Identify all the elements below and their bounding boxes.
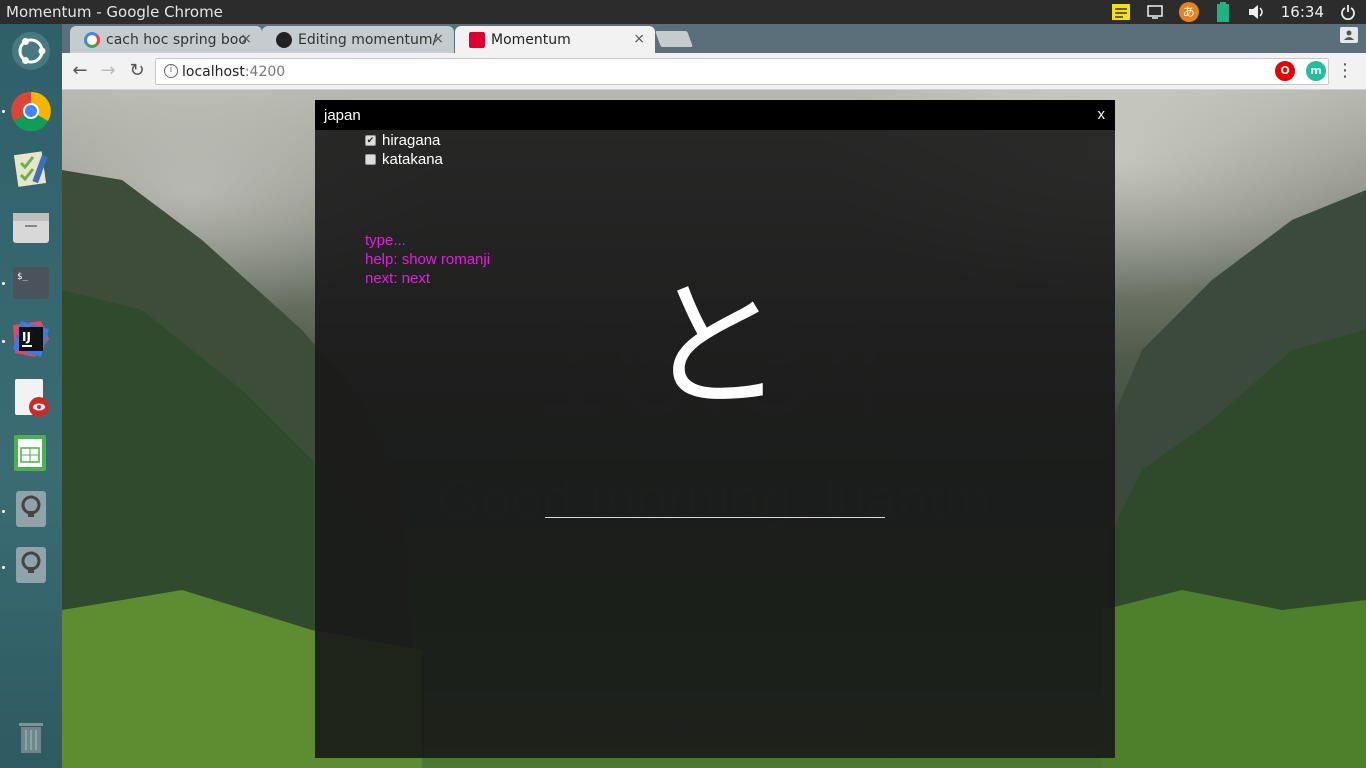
option-hiragana[interactable]: ✔ hiragana: [365, 132, 440, 149]
ubuntu-icon[interactable]: [10, 30, 52, 72]
github-icon: [276, 32, 292, 48]
momentum-icon[interactable]: m: [1306, 61, 1326, 81]
forward-button[interactable]: →: [96, 59, 120, 83]
japan-modal: japan x ✔ hiragana katakana type... help…: [315, 100, 1115, 758]
katakana-checkbox[interactable]: [365, 154, 376, 165]
input-method-icon[interactable]: あ: [1178, 2, 1199, 22]
trash-icon[interactable]: [10, 714, 52, 756]
power-icon[interactable]: [1338, 3, 1358, 21]
display-icon[interactable]: [1145, 3, 1165, 21]
chrome-window: cach hoc spring boo × Editing momentum/ …: [62, 24, 1366, 768]
system-top-bar: Momentum - Google Chrome あ 16:34: [0, 0, 1366, 24]
hiragana-checkbox[interactable]: ✔: [365, 135, 376, 146]
launcher-running-dot: [2, 566, 5, 569]
google-icon: [84, 32, 100, 48]
url-text: localhost:4200: [182, 64, 285, 80]
launcher-running-dot: [2, 510, 5, 513]
svg-text:IJ: IJ: [22, 330, 31, 344]
menu-icon[interactable]: ⋮: [1336, 61, 1354, 81]
modal-title: japan: [324, 107, 361, 124]
answer-input[interactable]: [545, 517, 885, 518]
system-clock[interactable]: 16:34: [1281, 3, 1324, 21]
tab-label: Momentum: [491, 32, 571, 48]
address-bar[interactable]: i localhost:4200 ☆: [155, 58, 1329, 85]
hint-type: type...: [365, 232, 406, 249]
disk-icon[interactable]: [10, 544, 52, 586]
intellij-icon[interactable]: IJ: [10, 318, 52, 360]
option-label: hiragana: [382, 132, 441, 149]
profile-icon[interactable]: [1340, 27, 1358, 43]
reload-button[interactable]: ↻: [125, 59, 149, 83]
url-port: :4200: [244, 64, 286, 80]
browser-toolbar: ← → ↻ i localhost:4200 ☆ O m ⋮: [62, 53, 1366, 90]
tab-strip: cach hoc spring boo × Editing momentum/ …: [62, 24, 1366, 53]
battery-icon[interactable]: [1213, 2, 1233, 22]
terminal-icon[interactable]: $_: [10, 262, 52, 304]
kana-character: と: [644, 266, 785, 429]
angular-icon: [469, 32, 485, 48]
modal-close-button[interactable]: x: [1098, 106, 1106, 123]
launcher-running-dot: [2, 340, 5, 343]
svg-text:$_: $_: [17, 272, 28, 282]
option-katakana[interactable]: katakana: [365, 151, 443, 168]
url-host: localhost: [182, 64, 245, 80]
close-icon[interactable]: ×: [633, 31, 645, 47]
close-icon[interactable]: ×: [240, 31, 252, 47]
launcher-running-dot: [2, 110, 5, 113]
window-title: Momentum - Google Chrome: [6, 3, 223, 21]
document-viewer-icon[interactable]: [10, 376, 52, 418]
back-button[interactable]: ←: [68, 59, 92, 83]
volume-icon[interactable]: [1247, 3, 1267, 21]
new-tab-button[interactable]: [655, 31, 693, 47]
opera-icon[interactable]: O: [1275, 61, 1295, 81]
modal-header: japan x: [315, 100, 1115, 130]
files-icon[interactable]: [10, 206, 52, 248]
tab-momentum[interactable]: Momentum ×: [455, 26, 655, 53]
page-viewport: 16:34 Good morning, luantm "If you fear …: [62, 90, 1366, 768]
system-tray: あ 16:34: [1111, 0, 1358, 24]
disk-icon[interactable]: [10, 488, 52, 530]
chrome-icon[interactable]: [10, 90, 52, 132]
option-label: katakana: [382, 151, 443, 168]
notes-icon[interactable]: [1111, 3, 1131, 21]
launcher-running-dot: [2, 282, 5, 285]
tab-cach-hoc[interactable]: cach hoc spring boo ×: [70, 26, 262, 53]
spreadsheet-icon[interactable]: [10, 432, 52, 474]
launcher-dock: $_ IJ: [0, 24, 62, 768]
info-icon[interactable]: i: [164, 64, 178, 78]
tab-label: Editing momentum/: [298, 32, 438, 48]
task-icon[interactable]: [10, 148, 52, 190]
tab-editing-momentum[interactable]: Editing momentum/ ×: [262, 26, 454, 53]
tab-label: cach hoc spring boo: [106, 32, 247, 48]
close-icon[interactable]: ×: [432, 31, 444, 47]
hint-help: help: show romanji: [365, 251, 491, 268]
